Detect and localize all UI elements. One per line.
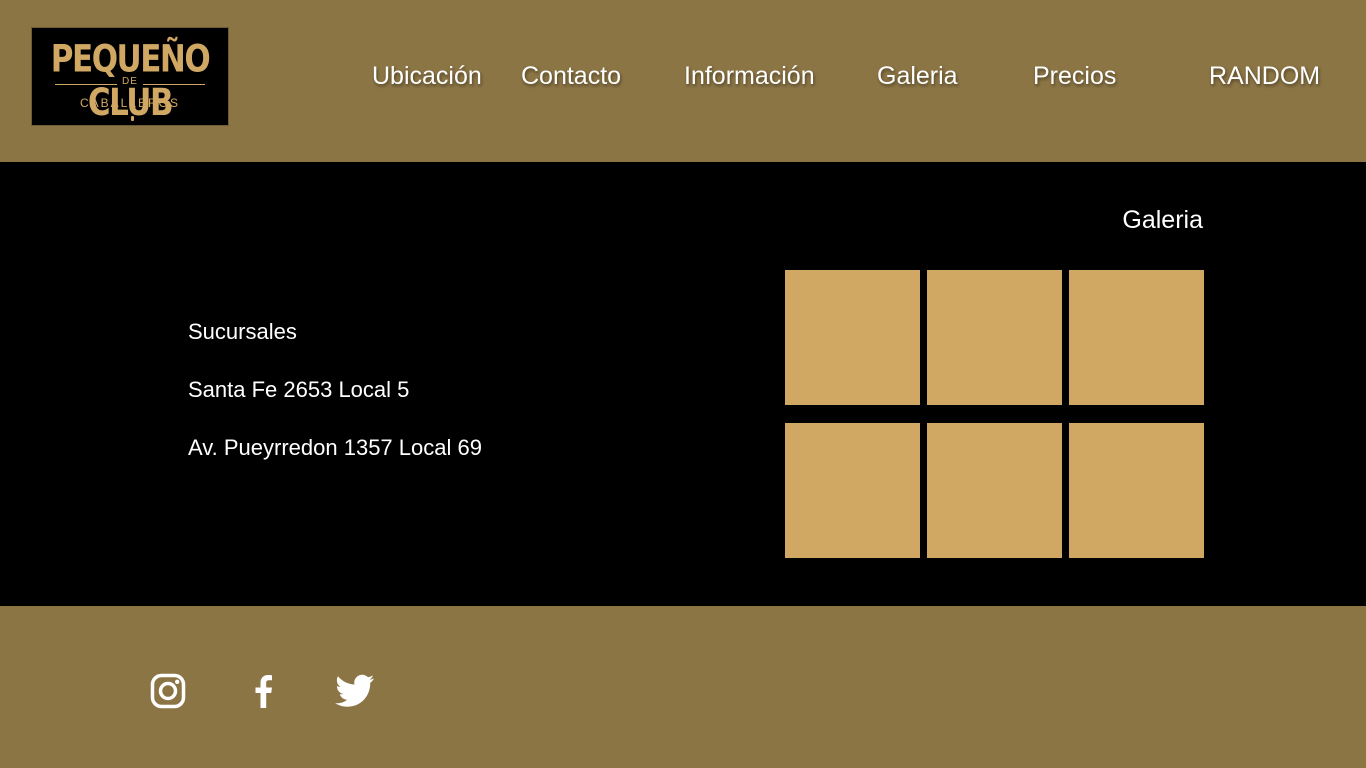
- gallery-tile[interactable]: [1069, 423, 1204, 558]
- gallery-tile[interactable]: [927, 423, 1062, 558]
- logo-connector: DE: [122, 76, 138, 87]
- location-address: Santa Fe 2653 Local 5: [188, 377, 410, 402]
- twitter-icon[interactable]: [334, 673, 375, 709]
- logo-subtitle: CABALLEROS: [79, 96, 181, 110]
- nav-ubicacion[interactable]: Ubicación: [372, 62, 482, 91]
- gallery-tile[interactable]: [785, 270, 920, 405]
- gallery-tile[interactable]: [785, 423, 920, 558]
- site-footer: [0, 606, 1366, 768]
- nav-informacion[interactable]: Información: [684, 62, 815, 91]
- gallery-tile[interactable]: [927, 270, 1062, 405]
- nav-random[interactable]: RANDOM: [1209, 62, 1320, 91]
- instagram-icon[interactable]: [150, 673, 186, 709]
- logo-rule-right: [143, 84, 205, 85]
- main-content: Sucursales Santa Fe 2653 Local 5 Av. Pue…: [0, 162, 1366, 606]
- nav-precios[interactable]: Precios: [1033, 62, 1116, 91]
- brand-logo[interactable]: PEQUEÑO CLUB DE CABALLEROS: [31, 27, 229, 126]
- logo-ornament: [131, 116, 134, 121]
- gallery-tile[interactable]: [1069, 270, 1204, 405]
- gallery-title: Galeria: [1122, 206, 1203, 234]
- nav-galeria[interactable]: Galeria: [877, 62, 958, 91]
- nav-contacto[interactable]: Contacto: [521, 62, 621, 91]
- location-address: Av. Pueyrredon 1357 Local 69: [188, 435, 482, 460]
- locations-heading: Sucursales: [188, 319, 297, 344]
- facebook-icon[interactable]: [246, 673, 282, 709]
- site-header: PEQUEÑO CLUB DE CABALLEROS Ubicación Con…: [0, 0, 1366, 162]
